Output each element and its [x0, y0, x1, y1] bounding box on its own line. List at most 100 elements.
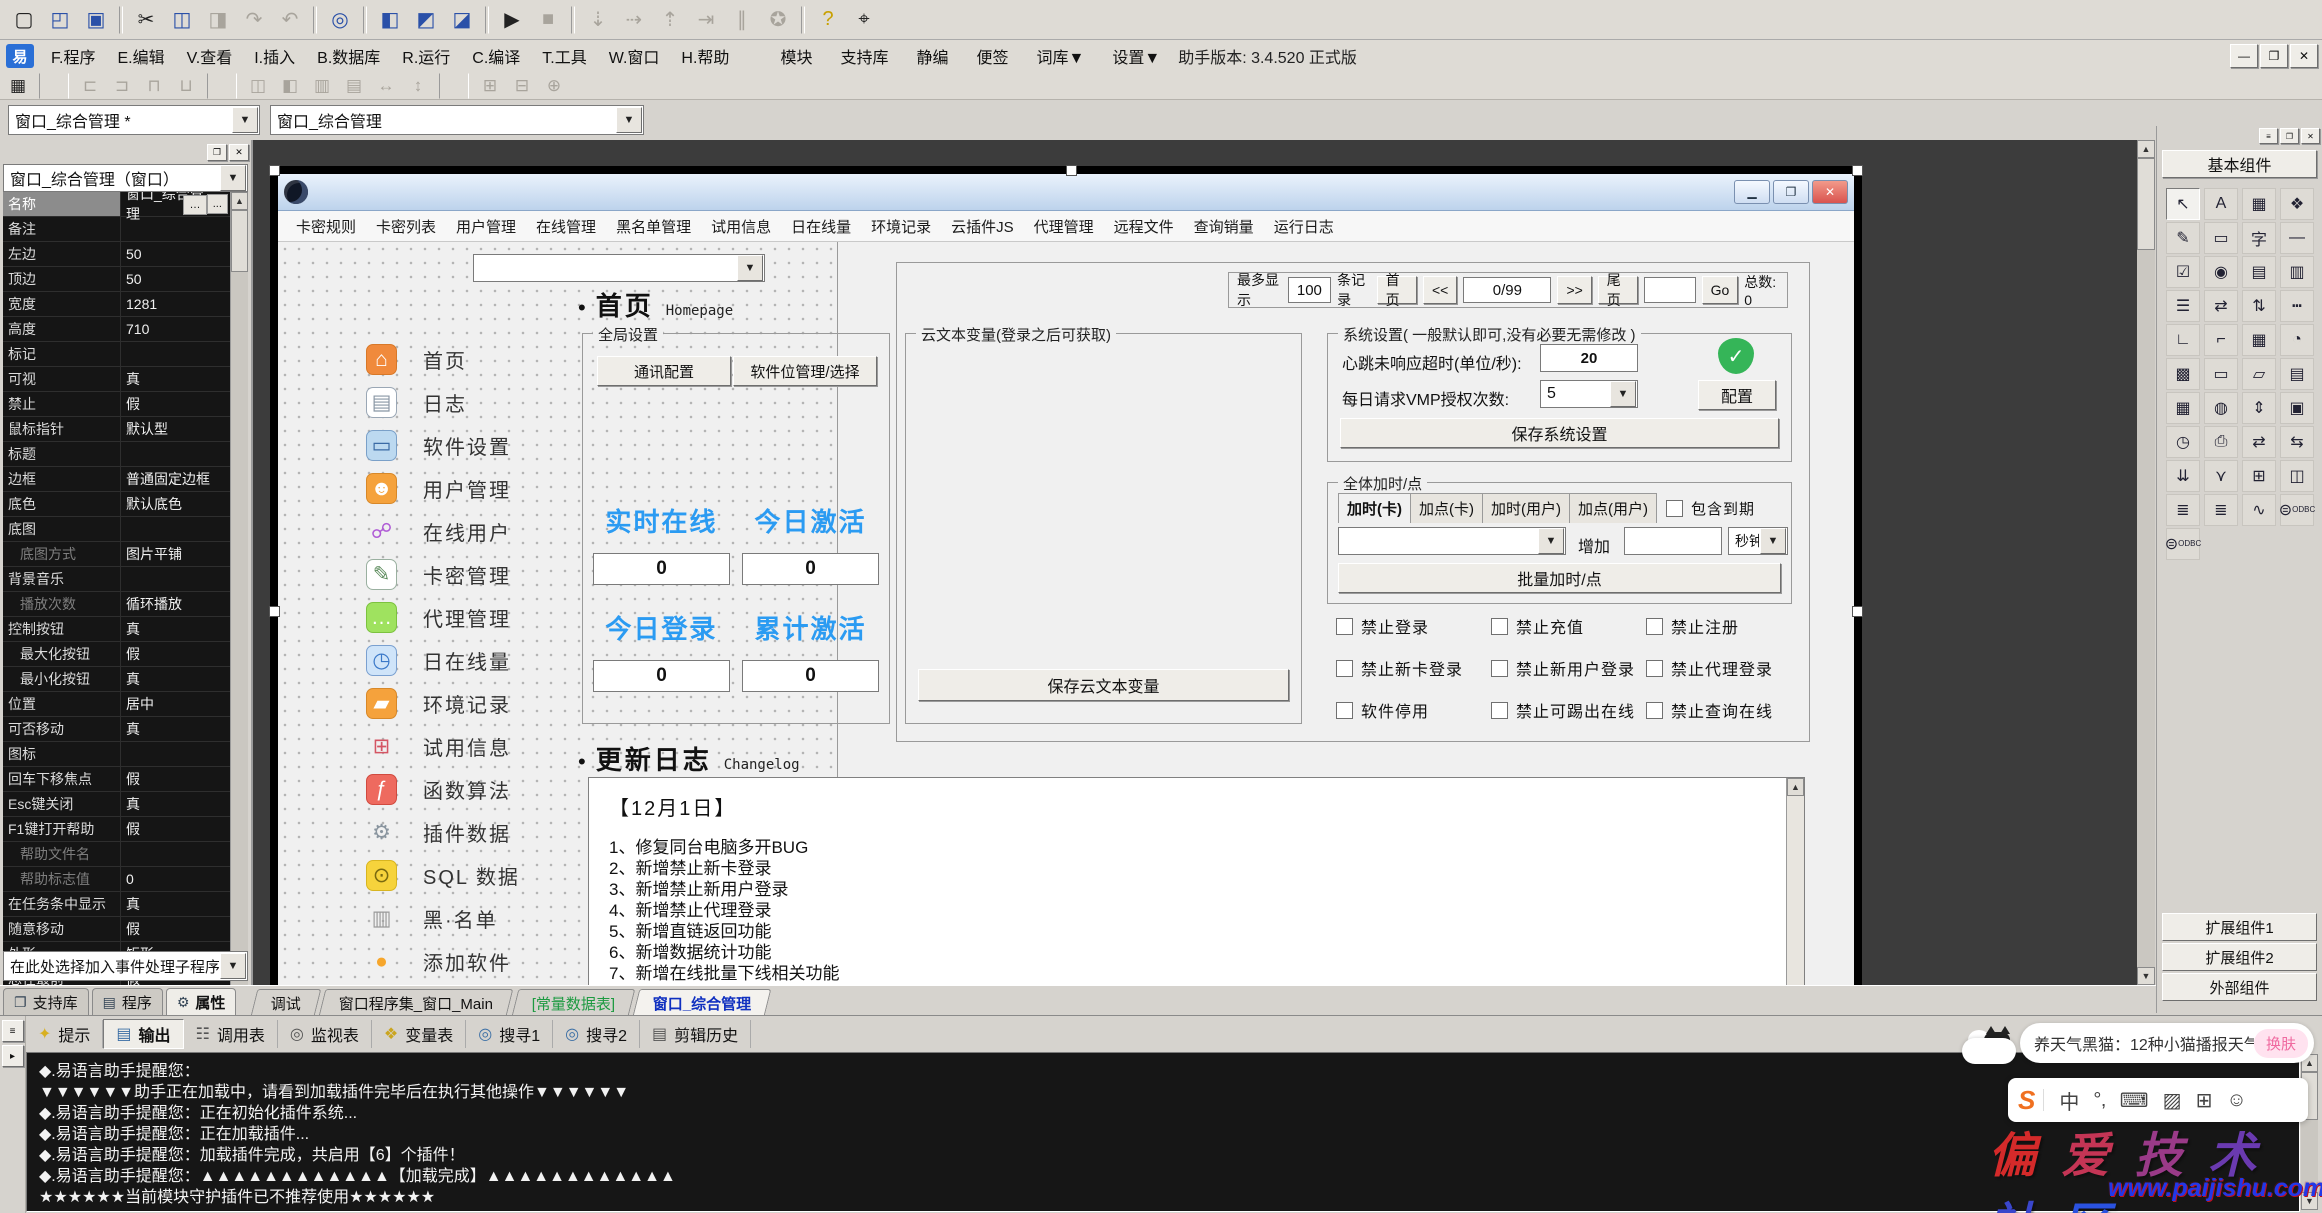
output-log[interactable]: ◆.易语言助手提醒您： ▼▼▼▼▼▼助手正在加载中，请看到加载插件完毕后在执行其… [26, 1052, 2300, 1212]
property-row[interactable]: 帮助文件名 [3, 842, 248, 867]
panel-tab[interactable]: ❐ 支持库 [3, 988, 89, 1016]
component-icon[interactable]: ▱ [2242, 358, 2276, 390]
form-restore-icon[interactable]: ❐ [1773, 180, 1809, 204]
align-toolbar-icon[interactable]: ⊕ [539, 73, 569, 99]
property-value[interactable]: 普通固定边框 [121, 467, 248, 491]
property-value[interactable]: 居中 [121, 692, 248, 716]
property-row[interactable]: 名称 窗口_综合管理... [3, 192, 248, 217]
palette-category-button[interactable]: 外部组件 [2162, 973, 2317, 1001]
addtime-target-combo[interactable]: ▼ [1338, 527, 1566, 555]
menu-item[interactable]: W.窗口 [598, 41, 671, 71]
save-cloud-var-button[interactable]: 保存云文本变量 [918, 669, 1289, 701]
component-icon[interactable]: ◉ [2204, 256, 2238, 288]
toolbar-icon[interactable]: ◫ [165, 4, 199, 36]
align-toolbar-icon[interactable]: ↔ [371, 73, 401, 99]
property-row[interactable]: 播放次数 循环播放 [3, 592, 248, 617]
align-toolbar-icon[interactable] [207, 73, 237, 99]
form-menu-item[interactable]: 查询销量 [1184, 212, 1264, 241]
component-icon[interactable]: ▤ [2242, 256, 2276, 288]
basic-components-button[interactable]: 基本组件 [2162, 150, 2317, 178]
menu-extra-item[interactable]: 静编 [902, 41, 962, 71]
align-toolbar-icon[interactable]: ⊐ [107, 73, 137, 99]
component-icon[interactable]: ▭ [2204, 358, 2238, 390]
window-control-button[interactable]: ❐ [2260, 44, 2288, 68]
change-skin-button[interactable]: 换肤 [2254, 1029, 2308, 1058]
property-row[interactable]: 顶边 50 [3, 267, 248, 292]
component-selector-combo[interactable]: 窗口_综合管理 ▼ [270, 105, 644, 135]
toolbar-icon[interactable]: ⇣ [581, 4, 615, 36]
toolbar-icon[interactable]: ⇥ [689, 4, 723, 36]
property-row[interactable]: 高度 710 [3, 317, 248, 342]
menu-extra-item[interactable]: 模块 [766, 41, 826, 71]
property-value[interactable]: 图片平铺 [121, 542, 248, 566]
property-value[interactable] [121, 342, 248, 366]
palette-category-button[interactable]: 扩展组件2 [2162, 943, 2317, 971]
ime-logo-icon[interactable]: S [2018, 1085, 2035, 1116]
forbid-checkbox[interactable]: 禁止充值 [1491, 614, 1646, 638]
output-tab[interactable]: ◎ 搜寻1 [466, 1020, 553, 1048]
property-value[interactable]: 真 [121, 617, 248, 641]
component-icon[interactable]: — [2280, 222, 2314, 254]
softbit-manage-button[interactable]: 软件位管理/选择 [733, 356, 877, 386]
scroll-down-icon[interactable]: ▼ [2137, 967, 2155, 985]
form-close-icon[interactable]: ✕ [1812, 180, 1848, 204]
toolbar-icon[interactable]: ∥ [725, 4, 759, 36]
resize-handle[interactable] [1852, 165, 1863, 176]
toolbar-icon[interactable] [363, 6, 367, 34]
ime-tool-icon[interactable]: 中 [2059, 1086, 2079, 1115]
output-tab[interactable]: ▤ 输出 [103, 1019, 183, 1049]
toolbar-icon[interactable]: ◩ [409, 4, 443, 36]
property-value[interactable]: 默认型 [121, 417, 248, 441]
checkbox-icon[interactable] [1646, 660, 1663, 677]
toolbar-icon[interactable]: ✪ [761, 4, 795, 36]
addtime-tab[interactable]: 加时(卡) [1338, 493, 1411, 523]
menu-item[interactable]: T.工具 [531, 41, 597, 71]
resize-handle[interactable] [1852, 606, 1863, 617]
menu-item[interactable]: I.插入 [243, 41, 306, 71]
panel-restore-icon[interactable]: ❐ [207, 144, 227, 161]
toolbar-icon[interactable]: ? [811, 4, 845, 36]
component-icon[interactable]: ⌐ [2204, 324, 2238, 356]
max-display-input[interactable]: 100 [1288, 277, 1331, 303]
align-toolbar-icon[interactable]: ◧ [275, 73, 305, 99]
chevron-down-icon[interactable]: ▼ [1538, 528, 1564, 554]
forbid-checkbox[interactable]: 禁止可踢出在线 [1491, 698, 1646, 722]
component-icon[interactable]: ⇊ [2166, 460, 2200, 492]
component-icon[interactable]: ∟ [2166, 324, 2200, 356]
addtime-tab[interactable]: 加点(卡) [1410, 493, 1483, 523]
menu-extra-item[interactable]: 词库▼ [1023, 41, 1099, 71]
event-handler-combo[interactable]: 在此处选择加入事件处理子程序 ▼ [3, 951, 248, 981]
document-tab[interactable]: [常量数据表] [511, 989, 635, 1016]
forbid-checkbox[interactable]: 禁止查询在线 [1646, 698, 1796, 722]
checkbox-icon[interactable] [1336, 618, 1353, 635]
property-value[interactable]: 50 [121, 242, 248, 266]
toolbar-icon[interactable]: ◰ [43, 4, 77, 36]
property-row[interactable]: 宽度 1281 [3, 292, 248, 317]
ime-tool-icon[interactable]: ⊞ [2196, 1088, 2213, 1113]
component-icon[interactable]: ◫ [2280, 460, 2314, 492]
forbid-checkbox[interactable]: 禁止代理登录 [1646, 656, 1796, 680]
comm-config-button[interactable]: 通讯配置 [597, 356, 731, 386]
next-page-button[interactable]: >> [1557, 276, 1591, 304]
property-value[interactable] [121, 742, 248, 766]
goto-page-input[interactable] [1644, 277, 1695, 303]
form-menu-item[interactable]: 日在线量 [781, 212, 861, 241]
form-menu-item[interactable]: 环境记录 [861, 212, 941, 241]
batch-addtime-button[interactable]: 批量加时/点 [1338, 563, 1781, 593]
toolbar-icon[interactable] [119, 6, 123, 34]
forbid-checkbox[interactable]: 禁止新卡登录 [1336, 656, 1491, 680]
component-icon[interactable]: ↖ [2166, 188, 2200, 220]
weather-pet-widget[interactable]: 养天气黑猫：12种小猫播报天气 换肤 [1962, 1020, 2314, 1066]
form-menu-item[interactable]: 远程文件 [1104, 212, 1184, 241]
component-icon[interactable]: ∿ [2242, 494, 2276, 526]
component-icon[interactable]: ⇅ [2242, 290, 2276, 322]
align-toolbar-icon[interactable]: ↕ [403, 73, 433, 99]
component-icon[interactable]: ⇄ [2204, 290, 2238, 322]
checkbox-icon[interactable] [1646, 702, 1663, 719]
chevron-down-icon[interactable]: ▼ [1610, 381, 1636, 407]
toolbar-icon[interactable]: ◧ [373, 4, 407, 36]
forbid-checkbox[interactable]: 禁止登录 [1336, 614, 1491, 638]
toolbar-icon[interactable]: ↷ [237, 4, 271, 36]
property-value[interactable]: 真 [121, 367, 248, 391]
form-menu-item[interactable]: 卡密列表 [366, 212, 446, 241]
